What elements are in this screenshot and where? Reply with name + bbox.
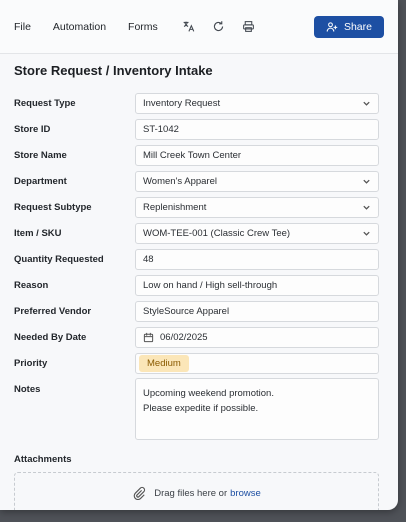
translate-icon[interactable] xyxy=(180,18,198,36)
item-sku-value: WOM-TEE-001 (Classic Crew Tee) xyxy=(143,228,291,239)
priority-label: Priority xyxy=(14,358,48,369)
share-button[interactable]: Share xyxy=(313,15,384,38)
row-item-sku: Item / SKU WOM-TEE-001 (Classic Crew Tee… xyxy=(14,222,384,245)
item-sku-label: Item / SKU xyxy=(14,228,62,239)
store-name-value: Mill Creek Town Center xyxy=(143,150,242,161)
request-subtype-select[interactable]: Replenishment xyxy=(135,197,379,218)
attachments-label: Attachments xyxy=(14,454,72,465)
store-id-label: Store ID xyxy=(14,124,51,135)
needed-by-label: Needed By Date xyxy=(14,332,87,343)
priority-field[interactable]: Medium xyxy=(135,353,379,374)
drop-text: Drag files here or xyxy=(154,487,228,499)
quantity-label: Quantity Requested xyxy=(14,254,104,265)
notes-textarea[interactable]: Upcoming weekend promotion. Please exped… xyxy=(135,378,379,440)
request-subtype-label: Request Subtype xyxy=(14,202,92,213)
chevron-down-icon xyxy=(363,101,370,106)
row-request-subtype: Request Subtype Replenishment xyxy=(14,196,384,219)
print-icon[interactable] xyxy=(240,18,258,36)
row-reason: Reason Low on hand / High sell-through xyxy=(14,274,384,297)
reason-input[interactable]: Low on hand / High sell-through xyxy=(135,275,379,296)
priority-badge: Medium xyxy=(139,355,189,372)
share-label: Share xyxy=(343,20,372,33)
department-label: Department xyxy=(14,176,67,187)
calendar-icon xyxy=(143,332,154,343)
attachments-dropzone[interactable]: Drag files here or browse xyxy=(14,472,379,510)
request-type-select[interactable]: Inventory Request xyxy=(135,93,379,114)
department-select[interactable]: Women's Apparel xyxy=(135,171,379,192)
store-id-value: ST-1042 xyxy=(143,124,179,135)
row-quantity: Quantity Requested 48 xyxy=(14,248,384,271)
notes-line-1: Upcoming weekend promotion. xyxy=(143,388,274,399)
paperclip-icon xyxy=(133,486,146,500)
store-name-input[interactable]: Mill Creek Town Center xyxy=(135,145,379,166)
request-type-value: Inventory Request xyxy=(143,98,221,109)
share-person-icon xyxy=(326,21,338,32)
row-priority: Priority Medium xyxy=(14,352,384,375)
menu-forms[interactable]: Forms xyxy=(128,21,158,33)
reason-value: Low on hand / High sell-through xyxy=(143,280,278,291)
vendor-value: StyleSource Apparel xyxy=(143,306,230,317)
chevron-down-icon xyxy=(363,205,370,210)
request-subtype-value: Replenishment xyxy=(143,202,207,213)
browse-link[interactable]: browse xyxy=(230,488,261,499)
request-type-label: Request Type xyxy=(14,98,76,109)
menu-automation[interactable]: Automation xyxy=(53,21,106,33)
store-id-input[interactable]: ST-1042 xyxy=(135,119,379,140)
chevron-down-icon xyxy=(363,231,370,236)
quantity-input[interactable]: 48 xyxy=(135,249,379,270)
refresh-icon[interactable] xyxy=(210,18,228,36)
toolbar: File Automation Forms Share xyxy=(0,0,398,54)
notes-label: Notes xyxy=(14,384,41,395)
row-department: Department Women's Apparel xyxy=(14,170,384,193)
reason-label: Reason xyxy=(14,280,49,291)
vendor-input[interactable]: StyleSource Apparel xyxy=(135,301,379,322)
needed-by-date-input[interactable]: 06/02/2025 xyxy=(135,327,379,348)
row-notes: Notes Upcoming weekend promotion. Please… xyxy=(14,378,384,440)
app-window: File Automation Forms Share Store Reques… xyxy=(0,0,398,510)
department-value: Women's Apparel xyxy=(143,176,217,187)
notes-line-2: Please expedite if possible. xyxy=(143,403,259,414)
item-sku-select[interactable]: WOM-TEE-001 (Classic Crew Tee) xyxy=(135,223,379,244)
row-store-name: Store Name Mill Creek Town Center xyxy=(14,144,384,167)
vendor-label: Preferred Vendor xyxy=(14,306,92,317)
store-name-label: Store Name xyxy=(14,150,67,161)
request-form: Store Request / Inventory Intake Request… xyxy=(0,54,398,510)
needed-by-value: 06/02/2025 xyxy=(160,332,208,343)
row-request-type: Request Type Inventory Request xyxy=(14,92,384,115)
row-vendor: Preferred Vendor StyleSource Apparel xyxy=(14,300,384,323)
row-needed-by: Needed By Date 06/02/2025 xyxy=(14,326,384,349)
form-title: Store Request / Inventory Intake xyxy=(14,63,213,78)
menu-file[interactable]: File xyxy=(14,21,31,33)
quantity-value: 48 xyxy=(143,254,154,265)
chevron-down-icon xyxy=(363,179,370,184)
row-store-id: Store ID ST-1042 xyxy=(14,118,384,141)
